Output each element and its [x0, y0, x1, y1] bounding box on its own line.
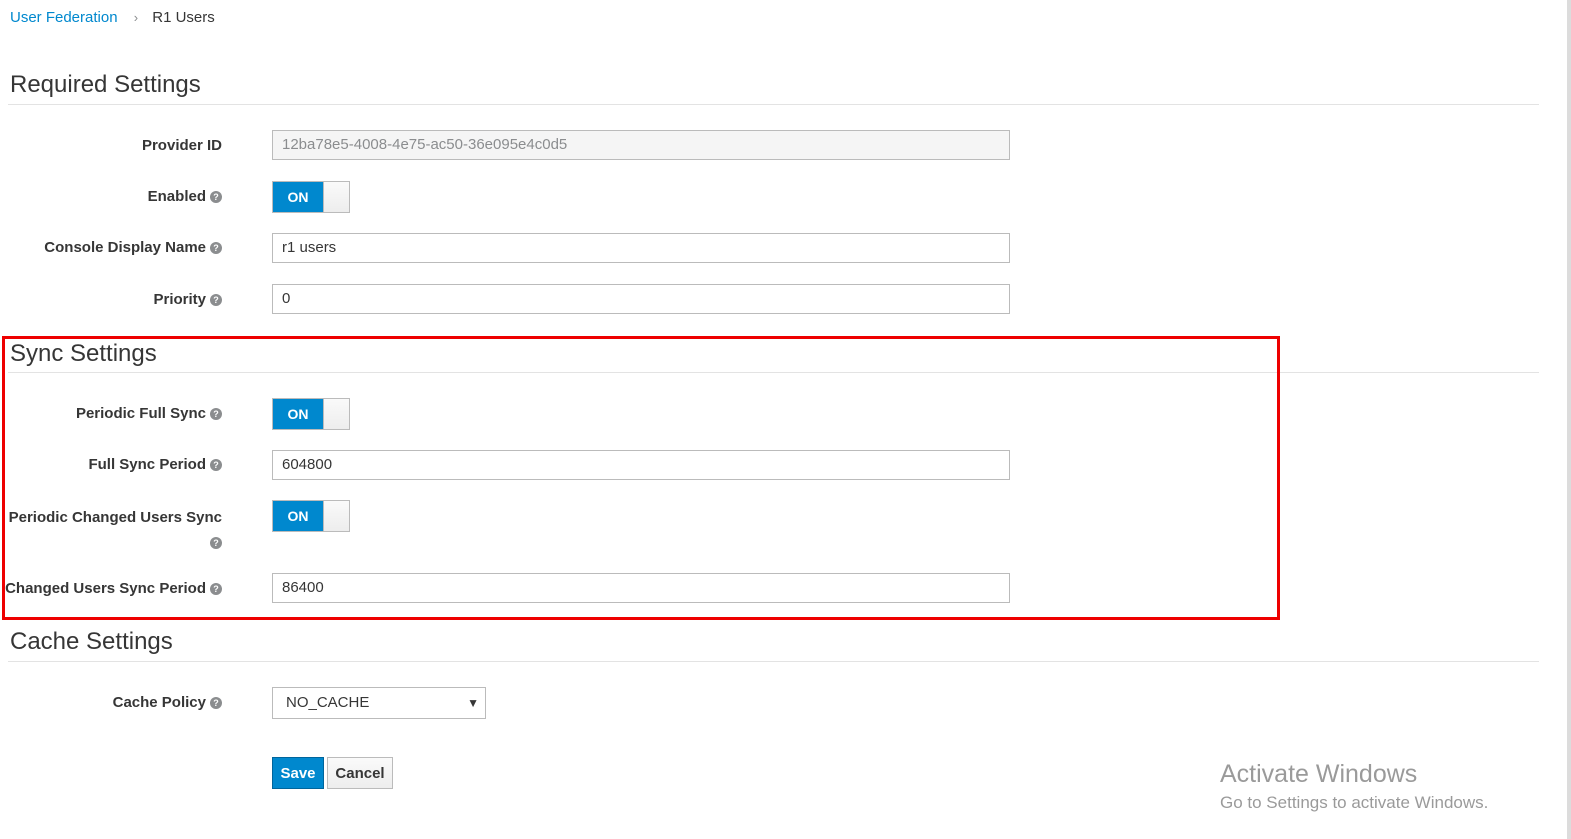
required-settings-title: Required Settings: [10, 71, 201, 98]
changed-users-sync-period-field[interactable]: 86400: [272, 573, 1010, 603]
cache-policy-select[interactable]: NO_CACHE ▼: [272, 687, 486, 719]
section-divider: [8, 372, 1539, 373]
vertical-scrollbar[interactable]: [1567, 0, 1571, 839]
full-sync-period-label-text: Full Sync Period: [88, 456, 206, 473]
toggle-knob: [323, 501, 349, 531]
console-display-name-label-text: Console Display Name: [44, 239, 206, 256]
breadcrumb-current: R1 Users: [152, 9, 215, 26]
toggle-on-label: ON: [273, 501, 323, 531]
enabled-label: Enabled?: [148, 186, 222, 208]
periodic-changed-users-sync-label: Periodic Changed Users Sync ?: [9, 505, 222, 555]
provider-id-field[interactable]: 12ba78e5-4008-4e75-ac50-36e095e4c0d5: [272, 130, 1010, 160]
priority-label-text: Priority: [153, 291, 206, 308]
toggle-on-label: ON: [273, 182, 323, 212]
question-circle-icon[interactable]: ?: [210, 459, 222, 472]
toggle-knob: [323, 182, 349, 212]
cancel-button[interactable]: Cancel: [327, 757, 393, 789]
enabled-label-text: Enabled: [147, 188, 206, 205]
question-circle-icon[interactable]: ?: [210, 583, 222, 596]
activate-windows-watermark: Activate Windows Go to Settings to activ…: [1220, 760, 1488, 813]
section-divider: [8, 104, 1539, 105]
cache-policy-label-text: Cache Policy: [112, 694, 206, 711]
breadcrumb-user-federation-link[interactable]: User Federation: [10, 9, 118, 26]
cache-policy-label: Cache Policy?: [113, 692, 222, 714]
watermark-title: Activate Windows: [1220, 760, 1418, 788]
question-circle-icon[interactable]: ?: [210, 408, 222, 421]
chevron-right-icon: ›: [133, 10, 139, 25]
console-display-name-field[interactable]: r1 users: [272, 233, 1010, 263]
cache-policy-value: NO_CACHE: [286, 694, 370, 711]
periodic-changed-users-sync-label-text: Periodic Changed Users Sync: [8, 509, 222, 526]
section-divider: [8, 661, 1539, 662]
changed-users-sync-period-label-text: Changed Users Sync Period: [5, 580, 206, 597]
priority-label: Priority?: [153, 289, 222, 311]
save-button[interactable]: Save: [272, 757, 324, 789]
changed-users-sync-period-label: Changed Users Sync Period?: [5, 578, 222, 600]
periodic-full-sync-label: Periodic Full Sync?: [76, 403, 222, 425]
full-sync-period-field[interactable]: 604800: [272, 450, 1010, 480]
console-display-name-label: Console Display Name?: [44, 237, 222, 259]
chevron-down-icon: ▼: [467, 696, 479, 710]
cache-settings-title: Cache Settings: [10, 628, 173, 655]
breadcrumb: User Federation › R1 Users: [10, 9, 215, 26]
question-circle-icon[interactable]: ?: [210, 697, 222, 710]
toggle-on-label: ON: [273, 399, 323, 429]
priority-field[interactable]: 0: [272, 284, 1010, 314]
provider-id-label: Provider ID: [142, 135, 222, 157]
full-sync-period-label: Full Sync Period?: [88, 454, 222, 476]
toggle-knob: [323, 399, 349, 429]
periodic-full-sync-label-text: Periodic Full Sync: [75, 405, 206, 422]
question-circle-icon[interactable]: ?: [210, 537, 222, 550]
periodic-full-sync-toggle[interactable]: ON: [272, 398, 350, 430]
enabled-toggle[interactable]: ON: [272, 181, 350, 213]
periodic-changed-users-sync-toggle[interactable]: ON: [272, 500, 350, 532]
sync-settings-title: Sync Settings: [10, 340, 157, 367]
watermark-subtitle: Go to Settings to activate Windows.: [1220, 793, 1489, 812]
question-circle-icon[interactable]: ?: [210, 191, 222, 204]
provider-id-label-text: Provider ID: [141, 137, 222, 154]
question-circle-icon[interactable]: ?: [210, 294, 222, 307]
question-circle-icon[interactable]: ?: [210, 242, 222, 255]
